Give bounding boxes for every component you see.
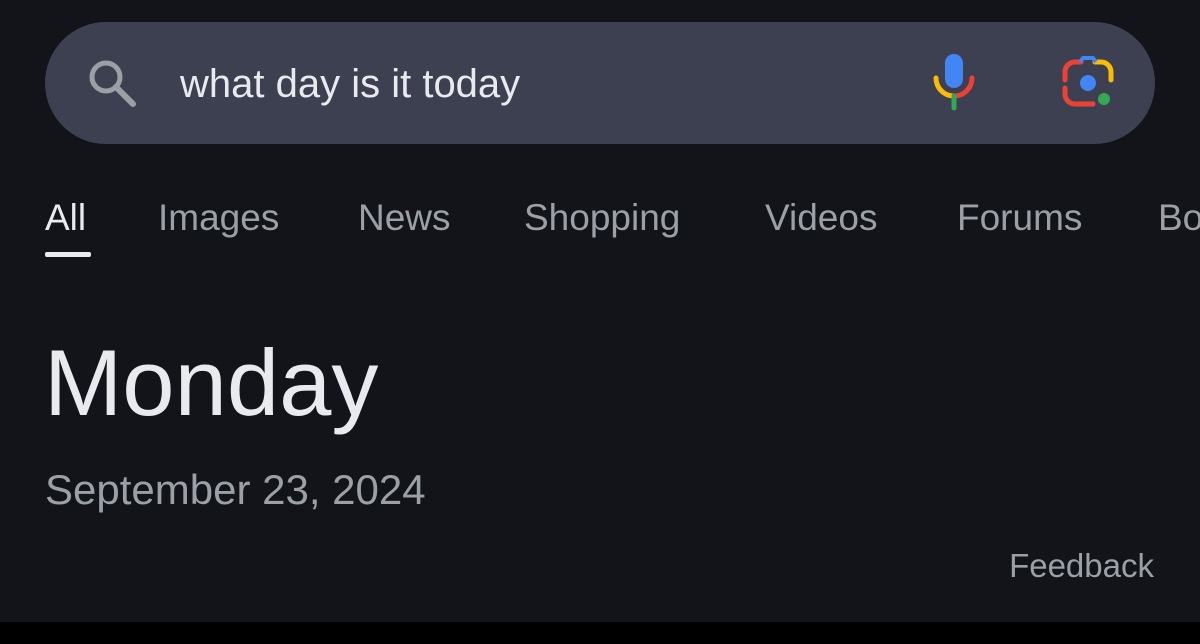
- tab-books[interactable]: Books: [1158, 190, 1200, 246]
- bottom-bar: [0, 622, 1200, 644]
- result-date: September 23, 2024: [45, 466, 426, 513]
- tab-images[interactable]: Images: [158, 190, 279, 246]
- active-tab-indicator: [45, 252, 91, 257]
- result-day: Monday: [44, 330, 379, 435]
- tab-all[interactable]: All: [45, 190, 86, 246]
- tab-news[interactable]: News: [358, 190, 451, 246]
- search-input[interactable]: [180, 58, 880, 110]
- search-results-page: All Images News Shopping Videos Forums B…: [0, 0, 1200, 644]
- google-lens-icon[interactable]: [1058, 56, 1118, 112]
- search-icon[interactable]: [84, 55, 140, 111]
- tab-shopping[interactable]: Shopping: [524, 190, 680, 246]
- search-tabs: All Images News Shopping Videos Forums B…: [0, 190, 1200, 260]
- feedback-link[interactable]: Feedback: [1009, 544, 1154, 588]
- tab-videos[interactable]: Videos: [765, 190, 877, 246]
- tab-forums[interactable]: Forums: [957, 190, 1082, 246]
- microphone-icon[interactable]: [930, 52, 978, 114]
